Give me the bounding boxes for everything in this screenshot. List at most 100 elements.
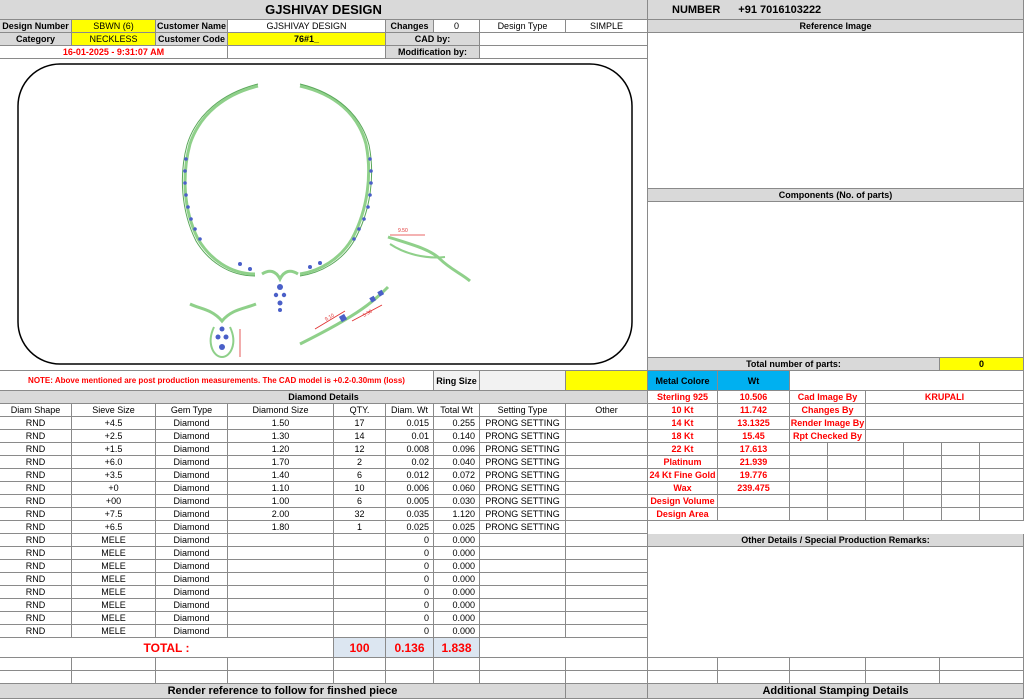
diamond-cell[interactable]: 1.70 <box>228 456 334 469</box>
diamond-cell[interactable] <box>480 573 566 586</box>
diamond-cell[interactable]: 0.000 <box>434 599 480 612</box>
diamond-cell[interactable]: Diamond <box>156 521 228 534</box>
diamond-cell[interactable] <box>480 599 566 612</box>
diamond-cell[interactable] <box>228 534 334 547</box>
diamond-cell[interactable]: RND <box>0 612 72 625</box>
diamond-cell[interactable]: PRONG SETTING <box>480 456 566 469</box>
diamond-cell[interactable]: RND <box>0 560 72 573</box>
diamond-cell[interactable]: +6.5 <box>72 521 156 534</box>
diamond-cell[interactable]: 1.120 <box>434 508 480 521</box>
diamond-cell[interactable]: MELE <box>72 573 156 586</box>
diamond-cell[interactable] <box>566 547 648 560</box>
diamond-cell[interactable]: 0 <box>386 612 434 625</box>
diamond-cell[interactable]: RND <box>0 495 72 508</box>
diamond-cell[interactable]: Diamond <box>156 469 228 482</box>
cad-by-value[interactable] <box>480 33 648 46</box>
diamond-cell[interactable] <box>566 586 648 599</box>
design-type-value[interactable]: SIMPLE <box>566 20 648 33</box>
diamond-cell[interactable]: 0.072 <box>434 469 480 482</box>
diamond-cell[interactable]: PRONG SETTING <box>480 469 566 482</box>
diamond-cell[interactable]: 0.000 <box>434 534 480 547</box>
changes-value[interactable]: 0 <box>434 20 480 33</box>
diamond-cell[interactable]: RND <box>0 443 72 456</box>
metal-weight[interactable]: 17.613 <box>718 443 790 456</box>
side-value[interactable] <box>866 404 1024 417</box>
diamond-cell[interactable] <box>334 547 386 560</box>
diamond-cell[interactable]: 0 <box>386 547 434 560</box>
diamond-cell[interactable]: 0 <box>386 534 434 547</box>
diamond-cell[interactable]: 0 <box>386 599 434 612</box>
diamond-cell[interactable]: Diamond <box>156 430 228 443</box>
diamond-cell[interactable]: +2.5 <box>72 430 156 443</box>
diamond-cell[interactable] <box>566 573 648 586</box>
diamond-cell[interactable]: 0.012 <box>386 469 434 482</box>
diamond-cell[interactable]: 0 <box>386 560 434 573</box>
diamond-cell[interactable]: PRONG SETTING <box>480 443 566 456</box>
diamond-cell[interactable]: Diamond <box>156 547 228 560</box>
diamond-cell[interactable] <box>566 469 648 482</box>
side-value[interactable] <box>866 430 1024 443</box>
total-parts-value[interactable]: 0 <box>940 358 1024 371</box>
diamond-cell[interactable]: RND <box>0 599 72 612</box>
diamond-cell[interactable]: 0 <box>386 573 434 586</box>
diamond-cell[interactable]: 12 <box>334 443 386 456</box>
metal-weight[interactable]: 19.776 <box>718 469 790 482</box>
diamond-cell[interactable] <box>566 612 648 625</box>
diamond-cell[interactable]: RND <box>0 586 72 599</box>
metal-weight[interactable]: 239.475 <box>718 482 790 495</box>
diamond-cell[interactable]: 1.30 <box>228 430 334 443</box>
diamond-cell[interactable]: 0.005 <box>386 495 434 508</box>
diamond-cell[interactable]: 6 <box>334 495 386 508</box>
diamond-cell[interactable]: Diamond <box>156 417 228 430</box>
diamond-cell[interactable]: PRONG SETTING <box>480 495 566 508</box>
diamond-cell[interactable]: MELE <box>72 625 156 638</box>
metal-weight[interactable] <box>718 508 790 521</box>
diamond-cell[interactable]: 0.096 <box>434 443 480 456</box>
diamond-cell[interactable]: 1.20 <box>228 443 334 456</box>
design-number-value[interactable]: SBWN (6) <box>72 20 156 33</box>
diamond-cell[interactable]: Diamond <box>156 573 228 586</box>
diamond-cell[interactable]: +1.5 <box>72 443 156 456</box>
diamond-cell[interactable]: Diamond <box>156 456 228 469</box>
diamond-cell[interactable]: MELE <box>72 586 156 599</box>
diamond-cell[interactable]: 0.01 <box>386 430 434 443</box>
diamond-cell[interactable]: 0.000 <box>434 586 480 599</box>
diamond-cell[interactable]: 0.008 <box>386 443 434 456</box>
diamond-cell[interactable]: 2 <box>334 456 386 469</box>
diamond-cell[interactable]: RND <box>0 521 72 534</box>
diamond-cell[interactable]: Diamond <box>156 625 228 638</box>
metal-weight[interactable]: 13.1325 <box>718 417 790 430</box>
customer-code-value[interactable]: 76#1_ <box>228 33 386 46</box>
diamond-cell[interactable]: 0 <box>386 586 434 599</box>
diamond-cell[interactable]: MELE <box>72 612 156 625</box>
diamond-cell[interactable]: 0.000 <box>434 547 480 560</box>
other-details-area[interactable] <box>648 547 1024 658</box>
diamond-cell[interactable]: PRONG SETTING <box>480 417 566 430</box>
diamond-cell[interactable]: 10 <box>334 482 386 495</box>
diamond-cell[interactable]: RND <box>0 625 72 638</box>
diamond-cell[interactable] <box>566 508 648 521</box>
diamond-cell[interactable] <box>480 586 566 599</box>
metal-weight[interactable]: 11.742 <box>718 404 790 417</box>
diamond-cell[interactable]: 0.006 <box>386 482 434 495</box>
diamond-cell[interactable]: 0.02 <box>386 456 434 469</box>
diamond-cell[interactable] <box>566 482 648 495</box>
diamond-cell[interactable]: 17 <box>334 417 386 430</box>
diamond-cell[interactable]: Diamond <box>156 599 228 612</box>
diamond-cell[interactable] <box>334 599 386 612</box>
diamond-cell[interactable] <box>228 625 334 638</box>
diamond-cell[interactable]: RND <box>0 547 72 560</box>
diamond-cell[interactable]: 1.00 <box>228 495 334 508</box>
diamond-cell[interactable] <box>228 586 334 599</box>
diamond-cell[interactable]: 6 <box>334 469 386 482</box>
diamond-cell[interactable]: Diamond <box>156 482 228 495</box>
diamond-cell[interactable]: PRONG SETTING <box>480 521 566 534</box>
diamond-cell[interactable]: 1 <box>334 521 386 534</box>
diamond-cell[interactable]: RND <box>0 417 72 430</box>
diamond-cell[interactable]: 0.000 <box>434 560 480 573</box>
ring-size-value[interactable] <box>480 371 566 391</box>
diamond-cell[interactable] <box>228 599 334 612</box>
diamond-cell[interactable]: RND <box>0 456 72 469</box>
diamond-cell[interactable]: 0.060 <box>434 482 480 495</box>
diamond-cell[interactable] <box>228 560 334 573</box>
